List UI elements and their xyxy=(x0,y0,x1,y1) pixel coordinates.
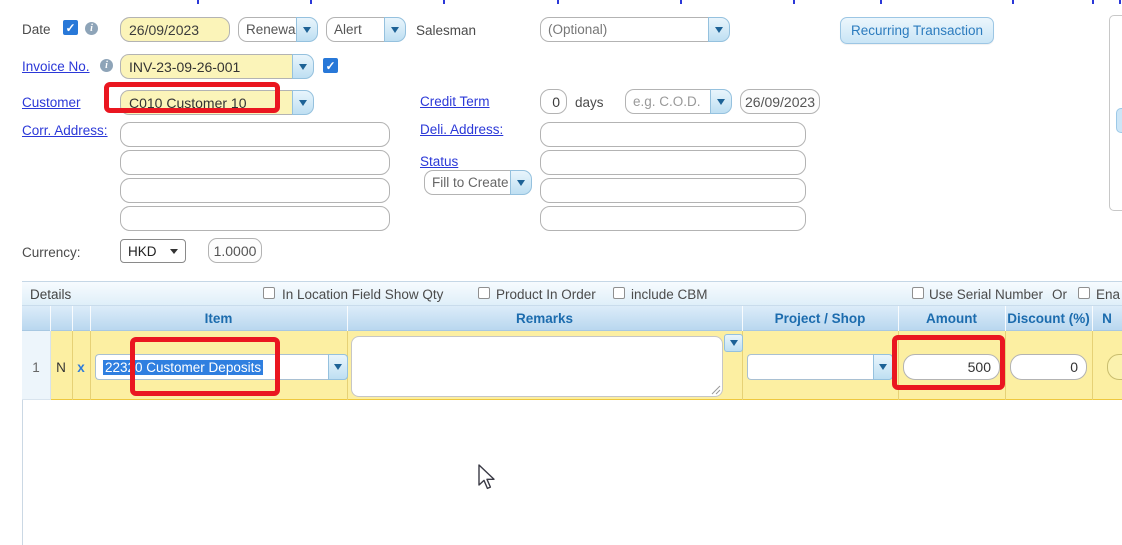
clipped-column-input[interactable] xyxy=(1107,354,1122,380)
in-location-show-qty-label: In Location Field Show Qty xyxy=(282,287,443,302)
invoice-entry-screen: Date ✓ i Renewal Alert Salesman (Optiona… xyxy=(0,0,1122,545)
corr-address-link[interactable]: Corr. Address: xyxy=(22,123,108,138)
chevron-down-icon[interactable] xyxy=(292,90,314,115)
col-header-discount: Discount (%) xyxy=(1005,311,1092,327)
chevron-down-icon[interactable] xyxy=(708,17,730,42)
invoice-info-icon[interactable]: i xyxy=(100,59,113,72)
deli-address-line-3[interactable] xyxy=(540,178,806,203)
in-location-show-qty-checkbox[interactable] xyxy=(263,287,275,299)
row-new-flag: N xyxy=(50,360,72,375)
alert-select-value: Alert xyxy=(326,17,384,42)
renewal-select-value: Renewal xyxy=(238,17,296,42)
product-in-order-checkbox[interactable] xyxy=(478,287,490,299)
col-header-project-shop: Project / Shop xyxy=(742,311,898,327)
include-cbm-label: include CBM xyxy=(631,287,708,302)
invoice-no-combobox[interactable]: INV-23-09-26-001 xyxy=(120,54,314,79)
include-cbm-checkbox[interactable] xyxy=(613,287,625,299)
credit-days-input[interactable] xyxy=(540,89,567,114)
corr-address-line-1[interactable] xyxy=(120,122,390,147)
chevron-down-icon[interactable] xyxy=(710,89,732,114)
row-delete-button[interactable]: x xyxy=(72,360,90,375)
mouse-cursor xyxy=(477,464,497,492)
project-shop-combobox[interactable] xyxy=(747,354,893,380)
alert-select[interactable]: Alert xyxy=(326,17,406,42)
product-in-order-label: Product In Order xyxy=(496,287,596,302)
chevron-down-icon[interactable] xyxy=(510,170,532,195)
exchange-rate-field[interactable] xyxy=(208,238,262,263)
chevron-down-icon[interactable] xyxy=(873,354,893,380)
invoice-no-value: INV-23-09-26-001 xyxy=(120,54,292,79)
credit-term-link[interactable]: Credit Term xyxy=(420,94,490,109)
row-number: 1 xyxy=(22,360,50,375)
salesman-select[interactable]: (Optional) xyxy=(540,17,730,42)
col-header-remarks: Remarks xyxy=(347,311,742,327)
deli-address-line-1[interactable] xyxy=(540,122,806,147)
or-label: Or xyxy=(1052,287,1067,302)
chevron-down-icon[interactable] xyxy=(328,354,348,380)
chevron-down-icon[interactable] xyxy=(296,17,318,42)
date-input[interactable] xyxy=(120,17,230,42)
col-header-amount: Amount xyxy=(898,311,1005,327)
corr-address-line-4[interactable] xyxy=(120,206,390,231)
credit-terms-select[interactable]: e.g. C.O.D. xyxy=(625,89,732,114)
item-value: 22320 Customer Deposits xyxy=(95,354,328,380)
salesman-select-value: (Optional) xyxy=(540,17,708,42)
due-date-field[interactable] xyxy=(740,89,820,114)
project-shop-value xyxy=(747,354,873,380)
credit-terms-placeholder: e.g. C.O.D. xyxy=(625,89,710,114)
customer-link[interactable]: Customer xyxy=(22,95,81,110)
side-panel-button-clipped[interactable] xyxy=(1116,108,1122,133)
remarks-dropdown-button[interactable] xyxy=(724,334,743,352)
details-title: Details xyxy=(30,287,71,302)
date-checkbox[interactable]: ✓ xyxy=(63,20,78,35)
invoice-auto-checkbox[interactable]: ✓ xyxy=(323,58,338,73)
col-header-clipped: N xyxy=(1092,311,1122,327)
customer-value: C010 Customer 10 xyxy=(120,90,292,115)
corr-address-line-3[interactable] xyxy=(120,178,390,203)
item-combobox[interactable]: 22320 Customer Deposits xyxy=(95,354,348,380)
currency-select-value: HKD xyxy=(128,244,157,259)
use-serial-number-checkbox[interactable] xyxy=(912,287,924,299)
deli-address-link[interactable]: Deli. Address: xyxy=(420,122,503,137)
enable-clipped-label: Ena xyxy=(1096,287,1120,302)
salesman-label: Salesman xyxy=(416,23,476,38)
recurring-transaction-button[interactable]: Recurring Transaction xyxy=(840,17,994,44)
deli-address-line-4[interactable] xyxy=(540,206,806,231)
currency-label: Currency: xyxy=(22,245,81,260)
enable-clipped-checkbox[interactable] xyxy=(1078,287,1090,299)
chevron-down-icon[interactable] xyxy=(292,54,314,79)
customer-combobox[interactable]: C010 Customer 10 xyxy=(120,90,314,115)
col-header-item: Item xyxy=(90,311,347,327)
days-label: days xyxy=(575,95,604,110)
item-selected-text: 22320 Customer Deposits xyxy=(103,360,263,375)
amount-input[interactable] xyxy=(903,354,1000,380)
currency-select[interactable]: HKD xyxy=(120,239,186,263)
renewal-select[interactable]: Renewal xyxy=(238,17,318,42)
invoice-no-link[interactable]: Invoice No. xyxy=(22,59,90,74)
date-info-icon[interactable]: i xyxy=(85,22,98,35)
remarks-textarea[interactable] xyxy=(351,336,723,397)
status-select-value: Fill to Create xyxy=(424,170,510,195)
resize-handle-icon[interactable] xyxy=(711,385,721,395)
corr-address-line-2[interactable] xyxy=(120,150,390,175)
deli-address-line-2[interactable] xyxy=(540,150,806,175)
status-select[interactable]: Fill to Create xyxy=(424,170,532,195)
status-link[interactable]: Status xyxy=(420,154,458,169)
chevron-down-icon[interactable] xyxy=(384,17,406,42)
use-serial-number-label: Use Serial Number xyxy=(929,287,1043,302)
date-label: Date xyxy=(22,22,51,37)
chevron-down-icon xyxy=(170,249,178,254)
discount-input[interactable] xyxy=(1010,354,1087,380)
